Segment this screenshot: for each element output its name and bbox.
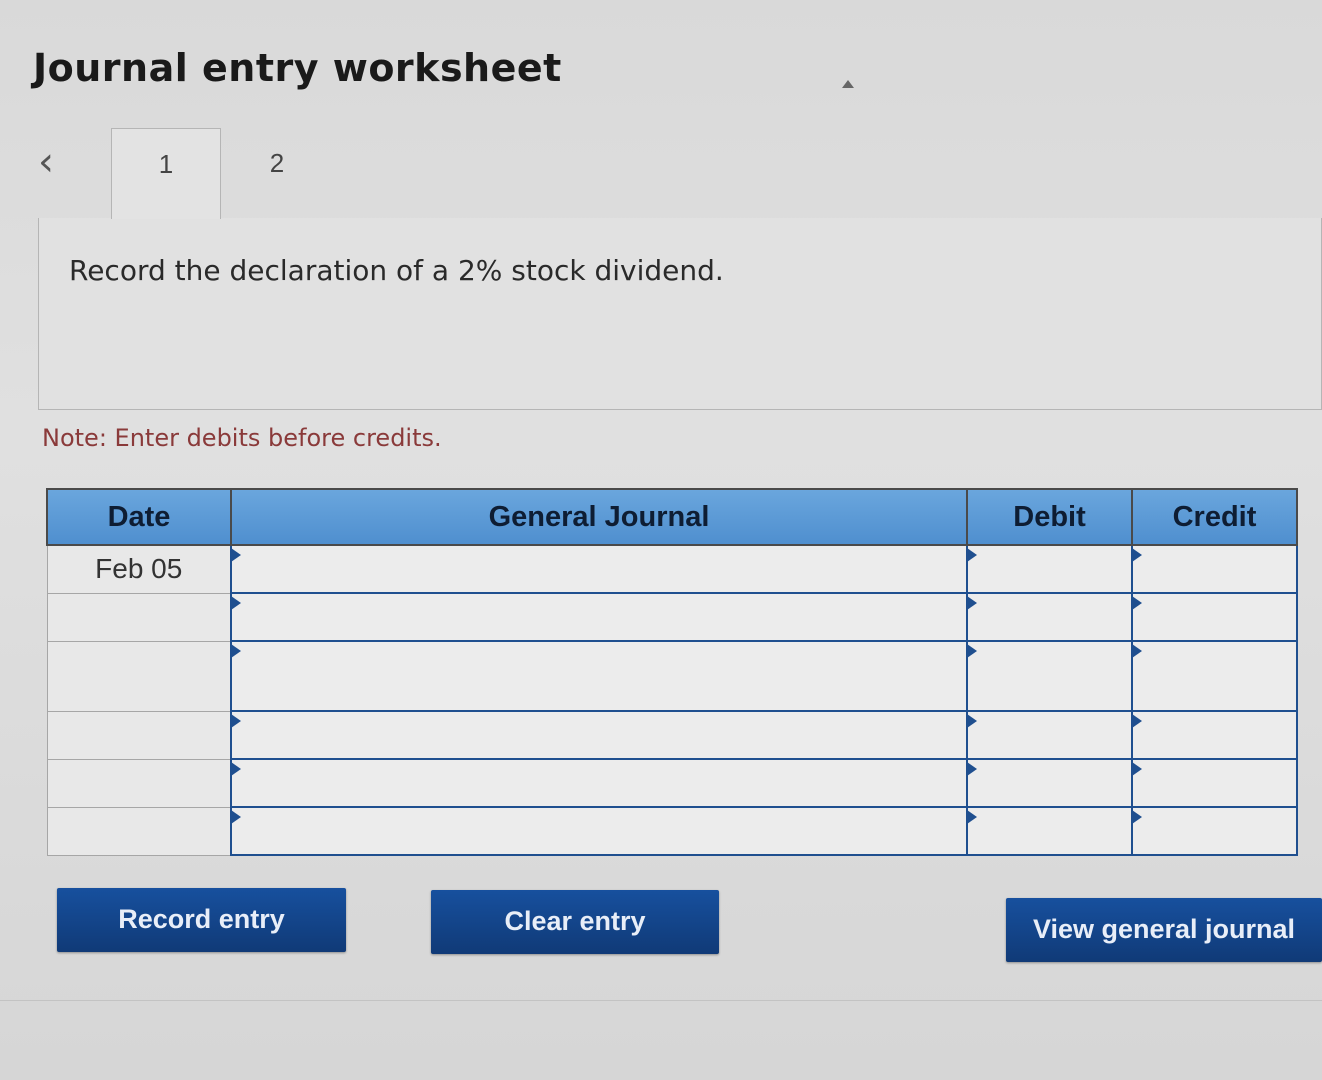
- account-field[interactable]: [230, 710, 968, 760]
- table-row: [46, 806, 1298, 856]
- credit-field[interactable]: [1131, 806, 1298, 856]
- page-title: Journal entry worksheet: [33, 46, 562, 90]
- dropdown-caret-icon: [967, 762, 977, 776]
- tab-2[interactable]: 2: [222, 128, 332, 219]
- dropdown-caret-icon: [1132, 644, 1142, 658]
- dropdown-caret-icon: [967, 644, 977, 658]
- general-journal-column-header: General Journal: [230, 488, 968, 546]
- dropdown-caret-icon: [231, 762, 241, 776]
- credit-field[interactable]: [1131, 758, 1298, 808]
- account-field[interactable]: [230, 806, 968, 856]
- debit-field[interactable]: [966, 640, 1133, 712]
- debit-input[interactable]: [968, 808, 1131, 854]
- credit-input[interactable]: [1133, 808, 1296, 854]
- debit-field[interactable]: [966, 544, 1133, 594]
- table-row: [46, 710, 1298, 760]
- dropdown-caret-icon: [967, 596, 977, 610]
- credit-field[interactable]: [1131, 544, 1298, 594]
- debit-input[interactable]: [968, 642, 1131, 710]
- credit-input[interactable]: [1133, 712, 1296, 758]
- dropdown-caret-icon: [967, 810, 977, 824]
- debit-field[interactable]: [966, 806, 1133, 856]
- dropdown-caret-icon: [1132, 596, 1142, 610]
- question-panel: Record the declaration of a 2% stock div…: [38, 218, 1322, 410]
- table-row: [46, 592, 1298, 642]
- account-field[interactable]: [230, 544, 968, 594]
- account-input[interactable]: [232, 808, 966, 854]
- instruction-note: Note: Enter debits before credits.: [42, 424, 442, 452]
- debit-field[interactable]: [966, 710, 1133, 760]
- account-field[interactable]: [230, 640, 968, 712]
- scroll-up-icon: [842, 80, 854, 88]
- clear-entry-button[interactable]: Clear entry: [431, 890, 719, 954]
- journal-header-row: Date General Journal Debit Credit: [46, 488, 1298, 546]
- dropdown-caret-icon: [231, 644, 241, 658]
- dropdown-caret-icon: [967, 548, 977, 562]
- debit-input[interactable]: [968, 594, 1131, 640]
- debit-input[interactable]: [968, 712, 1131, 758]
- account-input[interactable]: [232, 546, 966, 592]
- tab-1[interactable]: 1: [111, 128, 221, 219]
- debit-input[interactable]: [968, 760, 1131, 806]
- journal-table: Date General Journal Debit Credit Feb 05: [46, 488, 1298, 856]
- account-field[interactable]: [230, 592, 968, 642]
- table-row: [46, 640, 1298, 712]
- credit-input[interactable]: [1133, 760, 1296, 806]
- account-input[interactable]: [232, 712, 966, 758]
- view-general-journal-button[interactable]: View general journal: [1006, 898, 1322, 962]
- dropdown-caret-icon: [967, 714, 977, 728]
- debit-field[interactable]: [966, 592, 1133, 642]
- date-cell: [46, 806, 232, 856]
- credit-field[interactable]: [1131, 592, 1298, 642]
- credit-field[interactable]: [1131, 710, 1298, 760]
- record-entry-button[interactable]: Record entry: [57, 888, 346, 952]
- dropdown-caret-icon: [231, 714, 241, 728]
- debit-input[interactable]: [968, 546, 1131, 592]
- credit-column-header: Credit: [1131, 488, 1298, 546]
- dropdown-caret-icon: [1132, 810, 1142, 824]
- account-input[interactable]: [232, 760, 966, 806]
- table-row: Feb 05: [46, 544, 1298, 594]
- credit-input[interactable]: [1133, 642, 1296, 710]
- date-column-header: Date: [46, 488, 232, 546]
- account-field[interactable]: [230, 758, 968, 808]
- chevron-left-icon[interactable]: ‹: [38, 140, 68, 184]
- credit-field[interactable]: [1131, 640, 1298, 712]
- date-cell: [46, 640, 232, 712]
- dropdown-caret-icon: [1132, 714, 1142, 728]
- credit-input[interactable]: [1133, 594, 1296, 640]
- table-row: [46, 758, 1298, 808]
- dropdown-caret-icon: [231, 548, 241, 562]
- debit-field[interactable]: [966, 758, 1133, 808]
- date-cell: [46, 758, 232, 808]
- account-input[interactable]: [232, 594, 966, 640]
- date-cell: [46, 592, 232, 642]
- dropdown-caret-icon: [1132, 548, 1142, 562]
- question-text: Record the declaration of a 2% stock div…: [69, 254, 724, 287]
- dropdown-caret-icon: [231, 596, 241, 610]
- dropdown-caret-icon: [231, 810, 241, 824]
- date-cell: Feb 05: [46, 544, 232, 594]
- dropdown-caret-icon: [1132, 762, 1142, 776]
- footer-divider: [0, 1000, 1322, 1001]
- date-cell: [46, 710, 232, 760]
- account-input[interactable]: [232, 642, 966, 710]
- credit-input[interactable]: [1133, 546, 1296, 592]
- debit-column-header: Debit: [966, 488, 1133, 546]
